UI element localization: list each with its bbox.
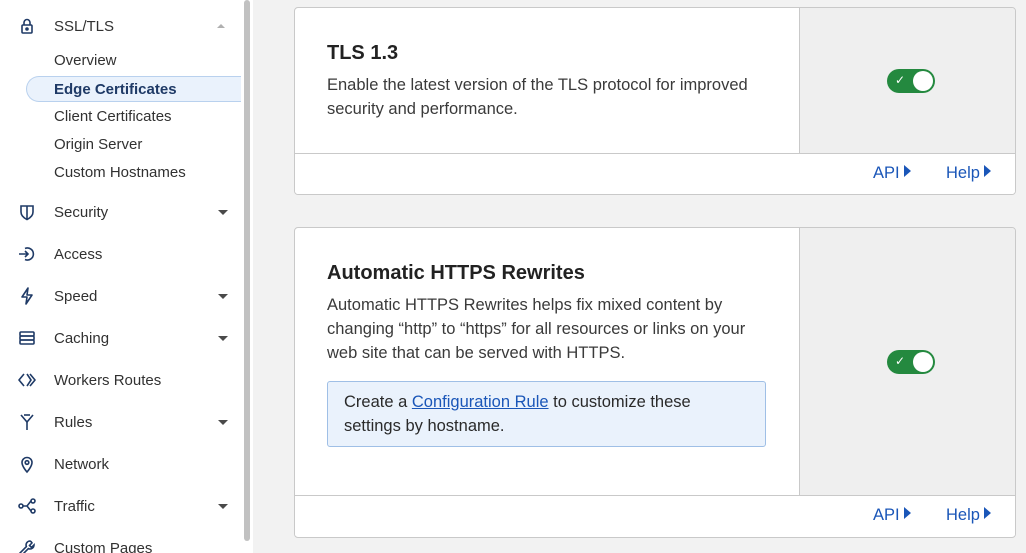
info-prefix: Create a <box>344 393 412 411</box>
lightning-icon <box>16 285 38 307</box>
lock-icon <box>16 15 38 37</box>
card-title: TLS 1.3 <box>327 42 399 64</box>
configuration-rule-link[interactable]: Configuration Rule <box>412 393 549 411</box>
chevron-down-icon[interactable] <box>218 419 228 425</box>
sub-item-edge-certificates[interactable]: Edge Certificates <box>26 76 253 102</box>
sidebar-item-access[interactable]: Access <box>0 238 241 270</box>
chevron-down-icon[interactable] <box>218 503 228 509</box>
sub-item-label: Custom Hostnames <box>54 163 186 181</box>
sub-item-origin-server[interactable]: Origin Server <box>26 131 253 157</box>
sub-item-label: Overview <box>54 51 117 69</box>
wrench-icon <box>16 537 38 553</box>
sidebar-item-workers-routes[interactable]: Workers Routes <box>0 364 241 396</box>
traffic-icon <box>16 495 38 517</box>
check-icon: ✓ <box>895 354 906 368</box>
card-body: Automatic HTTPS Rewrites Automatic HTTPS… <box>295 228 799 495</box>
sub-item-client-certificates[interactable]: Client Certificates <box>26 103 253 129</box>
location-pin-icon <box>16 453 38 475</box>
help-link[interactable]: Help <box>946 164 991 183</box>
sidebar-item-ssl-tls[interactable]: SSL/TLS <box>0 10 241 42</box>
rules-icon <box>16 411 38 433</box>
sidebar-item-label: Rules <box>54 413 93 431</box>
sidebar-scrollbar-thumb[interactable] <box>244 0 250 541</box>
access-icon <box>16 243 38 265</box>
sub-item-label: Edge Certificates <box>54 80 177 98</box>
card-footer: API Help <box>295 153 1015 194</box>
sidebar-item-label: SSL/TLS <box>54 17 115 35</box>
sidebar-item-label: Access <box>54 245 103 263</box>
card-footer: API Help <box>295 495 1015 536</box>
toggle-knob <box>913 352 933 372</box>
sidebar-item-custom-pages[interactable]: Custom Pages <box>0 532 241 553</box>
sidebar-item-label: Speed <box>54 287 98 305</box>
tls13-toggle[interactable]: ✓ <box>887 69 935 93</box>
help-link-label: Help <box>946 506 980 524</box>
api-link[interactable]: API <box>873 506 911 525</box>
triangle-right-icon <box>983 507 991 519</box>
workers-icon <box>16 369 38 391</box>
card-description: Enable the latest version of the TLS pro… <box>327 76 748 118</box>
card-title: Automatic HTTPS Rewrites <box>327 262 585 284</box>
sidebar-item-network[interactable]: Network <box>0 448 241 480</box>
sidebar-item-label: Caching <box>54 329 110 347</box>
chevron-down-icon[interactable] <box>218 293 228 299</box>
card-description: Automatic HTTPS Rewrites helps fix mixed… <box>327 296 746 362</box>
shield-icon <box>16 201 38 223</box>
triangle-right-icon <box>903 507 911 519</box>
sub-item-overview[interactable]: Overview <box>26 47 253 73</box>
help-link[interactable]: Help <box>946 506 991 525</box>
chevron-down-icon[interactable] <box>218 209 228 215</box>
chevron-up-icon[interactable] <box>217 24 225 28</box>
sidebar-item-rules[interactable]: Rules <box>0 406 241 438</box>
chevron-down-icon[interactable] <box>218 335 228 341</box>
sidebar-item-label: Custom Pages <box>54 539 153 553</box>
api-link-label: API <box>873 506 900 524</box>
sub-item-custom-hostnames[interactable]: Custom Hostnames <box>26 159 253 185</box>
https-rewrites-card: Automatic HTTPS Rewrites Automatic HTTPS… <box>294 227 1016 538</box>
https-rewrites-toggle[interactable]: ✓ <box>887 350 935 374</box>
sidebar-item-traffic[interactable]: Traffic <box>0 490 241 522</box>
sub-item-label: Client Certificates <box>54 107 172 125</box>
info-text: Create a Configuration Rule to customize… <box>344 390 744 438</box>
caching-icon <box>16 327 38 349</box>
sidebar-item-label: Security <box>54 203 109 221</box>
check-icon: ✓ <box>895 73 906 87</box>
sidebar-item-speed[interactable]: Speed <box>0 280 241 312</box>
info-callout: Create a Configuration Rule to customize… <box>327 381 766 447</box>
help-link-label: Help <box>946 164 980 182</box>
toggle-knob <box>913 71 933 91</box>
sidebar-item-label: Network <box>54 455 110 473</box>
sidebar-item-label: Traffic <box>54 497 95 515</box>
sidebar-item-security[interactable]: Security <box>0 196 241 228</box>
triangle-right-icon <box>903 165 911 177</box>
triangle-right-icon <box>983 165 991 177</box>
api-link-label: API <box>873 164 900 182</box>
card-body: TLS 1.3 Enable the latest version of the… <box>295 8 799 153</box>
sidebar-item-caching[interactable]: Caching <box>0 322 241 354</box>
api-link[interactable]: API <box>873 164 911 183</box>
sidebar: SSL/TLS Overview Edge Certificates Clien… <box>0 0 253 553</box>
sidebar-item-label: Workers Routes <box>54 371 162 389</box>
card-control-panel: ✓ <box>799 228 1015 495</box>
tls13-card: TLS 1.3 Enable the latest version of the… <box>294 7 1016 195</box>
card-control-panel: ✓ <box>799 8 1015 153</box>
sub-item-label: Origin Server <box>54 135 143 153</box>
